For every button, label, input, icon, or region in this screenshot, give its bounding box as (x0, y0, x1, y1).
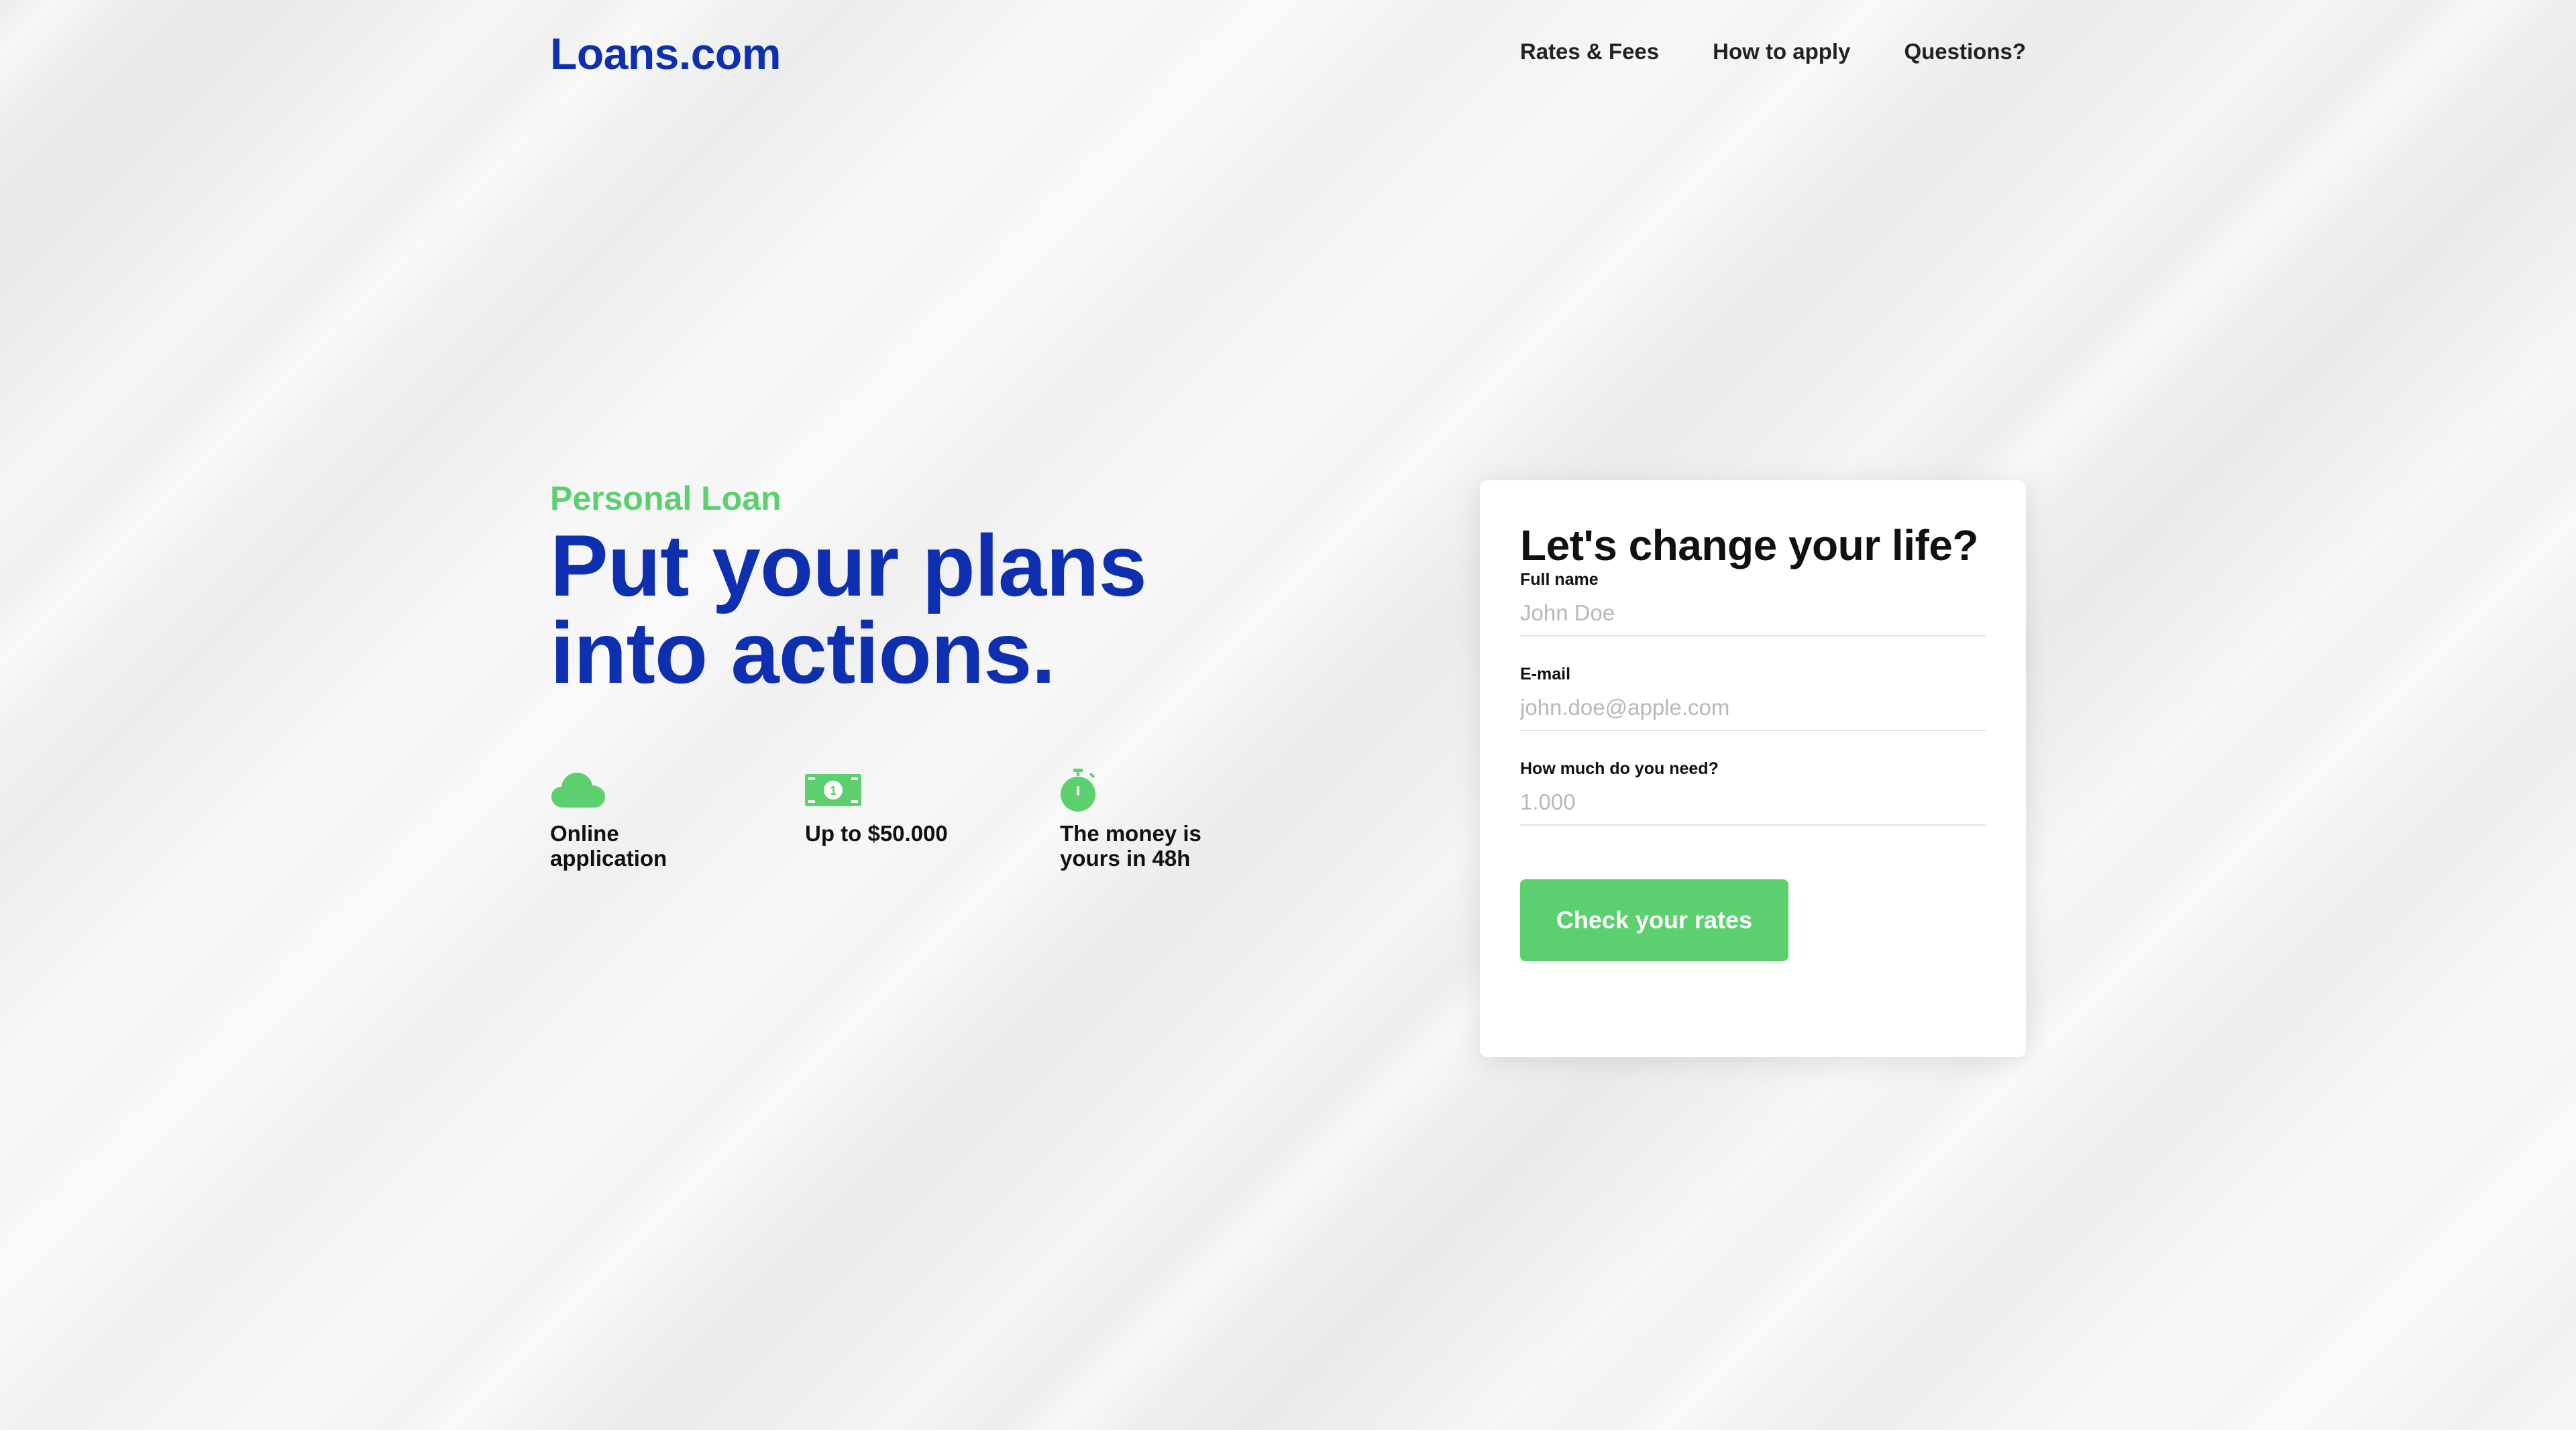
feature-list: Online application 1 Up to $50.000 The m… (550, 769, 1315, 871)
landing-page: Loans.com Rates & Fees How to apply Ques… (0, 0, 2576, 1430)
amount-field: How much do you need? (1520, 759, 1986, 826)
amount-label: How much do you need? (1520, 759, 1719, 778)
feature-label: Online application (550, 821, 667, 871)
email-input[interactable] (1520, 684, 1986, 731)
full-name-field: Full name (1520, 570, 1986, 637)
loan-form-card: Let's change your life? Full name E-mail… (1480, 480, 2026, 1057)
feature-fast-payout: The money is yours in 48h (1060, 769, 1315, 871)
nav-how-to-apply[interactable]: How to apply (1713, 39, 1850, 64)
cloud-icon (551, 773, 605, 808)
feature-label: Up to $50.000 (805, 821, 948, 846)
nav-rates-fees[interactable]: Rates & Fees (1520, 39, 1659, 64)
feature-online-application: Online application (550, 769, 805, 871)
amount-input[interactable] (1520, 779, 1986, 826)
hero-section: Personal Loan Put your plans into action… (550, 478, 1355, 696)
check-rates-button[interactable]: Check your rates (1520, 879, 1788, 961)
email-label: E-mail (1520, 665, 1571, 683)
nav-questions[interactable]: Questions? (1904, 39, 2026, 64)
hero-headline: Put your plans into actions. (550, 516, 1147, 702)
form-title: Let's change your life? (1520, 521, 1978, 569)
banknote-icon: 1 (805, 774, 861, 806)
feature-label: The money is yours in 48h (1060, 821, 1201, 871)
hero-eyebrow: Personal Loan (550, 480, 782, 517)
email-field: E-mail (1520, 665, 1986, 731)
stopwatch-icon (1061, 769, 1095, 812)
full-name-label: Full name (1520, 570, 1599, 589)
svg-text:1: 1 (830, 784, 837, 798)
full-name-input[interactable] (1520, 590, 1986, 637)
top-nav: Rates & Fees How to apply Questions? (1520, 39, 2026, 64)
site-logo[interactable]: Loans.com (550, 28, 781, 79)
feature-amount: 1 Up to $50.000 (805, 769, 1060, 871)
